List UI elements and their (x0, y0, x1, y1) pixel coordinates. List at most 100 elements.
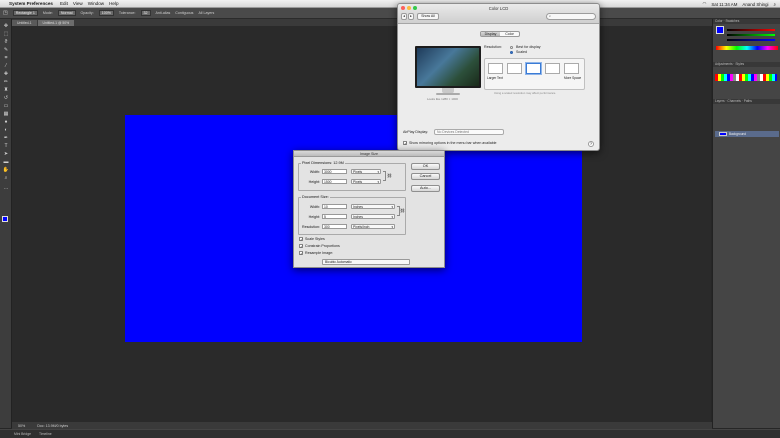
pixel-width-unit[interactable]: Pixels (351, 169, 381, 174)
constrain-checkbox[interactable]: ✓ (299, 244, 303, 249)
zoom-tool-icon[interactable]: ⌕ (2, 175, 10, 181)
best-for-display-label[interactable]: Best for display (516, 45, 541, 49)
airplay-select[interactable]: No Devices Detected (434, 129, 504, 135)
resolution-option-4[interactable] (545, 63, 560, 74)
eyedropper-tool-icon[interactable]: ⁄ (2, 63, 10, 69)
back-button[interactable]: ◂ (401, 13, 407, 20)
layers-panel-header[interactable]: Layers · Channels · Paths (713, 99, 780, 104)
resample-checkbox[interactable]: ✓ (299, 251, 303, 256)
paths-panel-tab[interactable]: Paths (744, 99, 752, 103)
eraser-tool-icon[interactable]: ▭ (2, 103, 10, 109)
type-tool-icon[interactable]: T (2, 143, 10, 149)
pixel-height-field[interactable]: 1500 (322, 179, 347, 184)
styles-panel-tab[interactable]: Styles (735, 62, 744, 66)
resolution-field[interactable]: 300 (322, 224, 347, 229)
layers-panel-tab[interactable]: Layers (715, 99, 725, 103)
clone-stamp-tool-icon[interactable]: ♜ (2, 87, 10, 93)
menu-help[interactable]: Help (109, 1, 118, 6)
crop-tool-icon[interactable]: ⌗ (2, 55, 10, 61)
show-all-button[interactable]: Show All (417, 13, 439, 20)
move-tool-icon[interactable]: ✥ (2, 23, 10, 29)
hand-tool-icon[interactable]: ✋ (2, 167, 10, 173)
opacity-field[interactable]: 100% (98, 10, 114, 16)
color-panel-header[interactable]: Color · Swatches (713, 19, 780, 24)
menu-app-name[interactable]: System Preferences (9, 1, 53, 6)
scale-styles-checkbox[interactable]: ✓ (299, 237, 303, 242)
all-layers-checkbox[interactable]: All Layers (198, 11, 214, 15)
resolution-option-3[interactable] (526, 63, 541, 74)
doc-height-field[interactable]: 5 (322, 214, 347, 219)
adjustment-icons[interactable] (715, 74, 777, 81)
brush-tool-icon[interactable]: ✏ (2, 79, 10, 85)
lasso-tool-icon[interactable]: ϑ (2, 39, 10, 45)
contiguous-checkbox[interactable]: Contiguous (175, 11, 193, 15)
resample-row[interactable]: ✓ Resample Image: (299, 251, 333, 256)
doc-height-unit[interactable]: Inches (351, 214, 395, 219)
adjustments-panel-tab[interactable]: Adjustments (715, 62, 733, 66)
doc-width-unit[interactable]: Inches (351, 204, 395, 209)
gradient-tool-icon[interactable]: ▦ (2, 111, 10, 117)
zoom-level[interactable]: 50% (18, 424, 25, 428)
red-slider[interactable] (727, 29, 775, 31)
display-titlebar[interactable]: Color LCD ◂ ▸ Show All ⌕ (398, 4, 599, 24)
swatches-panel-tab[interactable]: Swatches (725, 19, 739, 23)
pixel-width-field[interactable]: 3000 (322, 169, 347, 174)
pen-tool-icon[interactable]: ✒ (2, 135, 10, 141)
menu-view[interactable]: View (73, 1, 83, 6)
preset-picker[interactable]: Rectangle 1 (12, 10, 38, 16)
dodge-tool-icon[interactable]: ◐ (2, 127, 10, 133)
channels-panel-tab[interactable]: Channels (727, 99, 740, 103)
extras-icon[interactable]: … (2, 185, 10, 191)
healing-brush-tool-icon[interactable]: ✚ (2, 71, 10, 77)
panel-fg-color[interactable] (716, 26, 724, 34)
spotlight-icon[interactable]: ⌕ (774, 2, 776, 7)
mini-bridge-tab[interactable]: Mini Bridge (14, 432, 31, 436)
tab-display[interactable]: Display (481, 32, 500, 36)
path-select-tool-icon[interactable]: ➤ (2, 151, 10, 157)
marquee-tool-icon[interactable]: ⬚ (2, 31, 10, 37)
wifi-icon[interactable]: ◠ (703, 1, 707, 7)
resolution-unit[interactable]: Pixels/Inch (351, 224, 395, 229)
scale-styles-row[interactable]: ✓ Scale Styles (299, 237, 325, 242)
tolerance-field[interactable]: 32 (140, 10, 151, 16)
resample-method-select[interactable]: Bicubic Automatic (322, 259, 410, 265)
scaled-radio[interactable] (510, 51, 513, 54)
user-name[interactable]: Anand Shingi (742, 2, 768, 7)
pixel-height-unit[interactable]: Pixels (351, 179, 381, 184)
color-ramp[interactable] (716, 46, 778, 50)
mode-select[interactable]: Normal (57, 10, 76, 16)
ok-button[interactable]: OK (411, 163, 440, 170)
timeline-tab[interactable]: Timeline (39, 432, 52, 436)
best-for-display-radio[interactable] (510, 46, 513, 49)
constrain-row[interactable]: ✓ Constrain Proportions (299, 244, 340, 249)
cancel-button[interactable]: Cancel (411, 173, 440, 180)
doc-width-field[interactable]: 10 (322, 204, 347, 209)
clock[interactable]: Sat 11:34 AM (711, 2, 737, 7)
auto-button[interactable]: Auto... (411, 185, 440, 192)
mirroring-label[interactable]: Show mirroring options in the menu bar w… (409, 141, 497, 145)
history-brush-tool-icon[interactable]: ↺ (2, 95, 10, 101)
menu-window[interactable]: Window (88, 1, 104, 6)
resolution-option-5[interactable] (564, 63, 579, 74)
help-button[interactable]: ? (588, 141, 594, 147)
adjustments-panel-header[interactable]: Adjustments · Styles (713, 62, 780, 67)
green-slider[interactable] (727, 34, 775, 36)
layer-row-background[interactable]: Background (715, 131, 779, 137)
shape-tool-icon[interactable]: ▬ (2, 159, 10, 165)
search-field[interactable]: ⌕ (546, 13, 596, 20)
resolution-option-2[interactable] (507, 63, 522, 74)
tool-preset-icon[interactable]: ◳ (3, 10, 8, 16)
foreground-color-swatch[interactable] (2, 216, 8, 222)
resolution-option-1[interactable] (488, 63, 503, 74)
color-panel-tab[interactable]: Color (715, 19, 723, 23)
quick-select-tool-icon[interactable]: ✎ (2, 47, 10, 53)
blur-tool-icon[interactable]: ● (2, 119, 10, 125)
doc-size[interactable]: Doc: 13.9M/0 bytes (37, 424, 68, 428)
tab-color[interactable]: Color (500, 32, 519, 36)
menu-edit[interactable]: Edit (60, 1, 68, 6)
scaled-label[interactable]: Scaled (516, 50, 527, 54)
mirroring-checkbox[interactable]: ✓ (403, 141, 407, 146)
blue-slider[interactable] (727, 39, 775, 41)
forward-button[interactable]: ▸ (408, 13, 414, 20)
antialias-checkbox[interactable]: Anti-alias (156, 11, 171, 15)
